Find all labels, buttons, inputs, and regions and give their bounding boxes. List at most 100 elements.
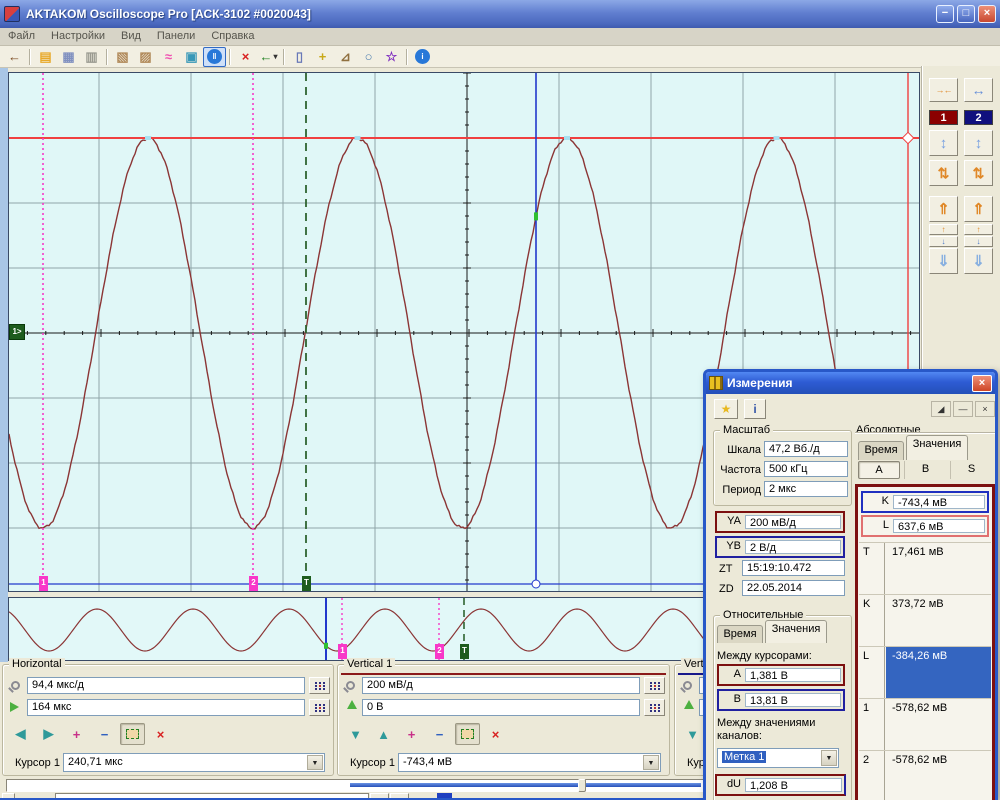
menu-Вид[interactable]: Вид: [113, 28, 149, 46]
mark-select-dropdown-button[interactable]: ▼: [821, 750, 837, 766]
dialog-x-button[interactable]: ×: [975, 401, 995, 417]
dialog-title-bar[interactable]: Измерения ×: [706, 372, 995, 394]
time-scale-field[interactable]: 94,4 мкс/д: [27, 677, 305, 694]
add-marker-icon[interactable]: ←▾: [257, 47, 280, 67]
l-field[interactable]: 637,6 мВ: [893, 519, 985, 533]
cursors-tool-icon[interactable]: +: [311, 47, 334, 67]
time-scale-keypad-button[interactable]: [309, 677, 330, 694]
abs-tab-Значения[interactable]: Значения: [906, 435, 968, 460]
ch2-compress-vertical-button[interactable]: ⇅: [964, 160, 993, 186]
ch1-step-up-button[interactable]: ↑: [929, 224, 958, 235]
zoom-in-icon[interactable]: +: [64, 723, 89, 745]
volt-offset-field[interactable]: 0 В: [362, 699, 640, 716]
tab-Время[interactable]: Время: [717, 625, 763, 643]
search-settings-icon[interactable]: ○: [357, 47, 380, 67]
cursor-b-field[interactable]: 13,81 В: [745, 693, 841, 707]
slider-grip[interactable]: [578, 779, 586, 792]
abs-table-row-T[interactable]: T17,461 мВ: [859, 542, 991, 594]
abs-source-button-A[interactable]: A: [858, 461, 900, 479]
print-icon[interactable]: ▥: [80, 47, 103, 67]
panels-icon[interactable]: ▯: [288, 47, 311, 67]
mark-select-combo[interactable]: Метка 1 ▼: [717, 748, 839, 768]
ch1-step-down-button[interactable]: ↓: [929, 236, 958, 247]
overview-flag-2[interactable]: 2: [435, 644, 444, 659]
dialog-rollup-button[interactable]: ◢: [931, 401, 951, 417]
screen-capture-icon[interactable]: ▣: [180, 47, 203, 67]
ch1-compress-vertical-button[interactable]: ⇅: [929, 160, 958, 186]
yb-field[interactable]: 2 В/д: [745, 540, 841, 554]
ch1-move-up-button[interactable]: ⇑: [929, 196, 958, 222]
help-book-button[interactable]: i: [744, 399, 766, 419]
cursor-flag-T[interactable]: T: [302, 576, 311, 591]
active-cursor-handle[interactable]: [532, 580, 540, 588]
ch2-step-down-button[interactable]: ↓: [964, 236, 993, 247]
ch1-expand-vertical-button[interactable]: ↕: [929, 130, 958, 156]
menu-Настройки[interactable]: Настройки: [43, 28, 113, 46]
volt-scale-field[interactable]: 200 мВ/д: [362, 677, 640, 694]
favorites-button[interactable]: ★: [714, 399, 738, 419]
menu-Файл[interactable]: Файл: [0, 28, 43, 46]
cancel-zoom-icon[interactable]: ×: [483, 723, 508, 745]
scroll-down-icon[interactable]: ▼: [343, 723, 368, 745]
zd-field[interactable]: 22.05.2014: [742, 580, 845, 596]
exit-icon[interactable]: ←: [3, 47, 26, 67]
ch2-expand-vertical-button[interactable]: ↕: [964, 130, 993, 156]
volt-offset-keypad-button[interactable]: [644, 699, 665, 716]
dropdown-arrow-icon[interactable]: ▾: [273, 52, 277, 61]
overview-flag-1[interactable]: 1: [338, 644, 347, 659]
scroll-down-icon[interactable]: ▼: [680, 723, 705, 745]
expand-horizontal-button[interactable]: ↔: [964, 78, 993, 102]
waveform-history-icon[interactable]: ≈: [157, 47, 180, 67]
ya-field[interactable]: 200 мВ/д: [745, 515, 841, 529]
dialog-minimize-button[interactable]: —: [953, 401, 973, 417]
scroll-left-icon[interactable]: ◀: [8, 723, 33, 745]
cursor-flag-2[interactable]: 2: [249, 576, 258, 591]
minimize-button[interactable]: −: [936, 5, 954, 23]
zoom-out-icon[interactable]: −: [92, 723, 117, 745]
scroll-right-icon[interactable]: ▶: [36, 723, 61, 745]
dialog-close-button[interactable]: ×: [972, 375, 992, 392]
abs-table-row-2[interactable]: 2-578,62 мВ: [859, 750, 991, 800]
maximize-button[interactable]: □: [957, 5, 975, 23]
measurements-dialog[interactable]: Измерения × ★ i ◢ — × Масштаб Шкала 47,2…: [703, 369, 998, 800]
calibrate-tool-icon[interactable]: ⊿: [334, 47, 357, 67]
cursor-handle-diamond[interactable]: [902, 132, 913, 143]
cursor-flag-1[interactable]: 1: [39, 576, 48, 591]
h-cursor1-combo[interactable]: 240,71 мкс ▼: [63, 753, 325, 772]
title-bar[interactable]: AKTAKOM Oscilloscope Pro [АСК-3102 #0020…: [0, 0, 1000, 28]
shkala-field[interactable]: 47,2 Вб./д: [764, 441, 848, 457]
ch1-move-down-button[interactable]: ⇓: [929, 248, 958, 274]
save-icon[interactable]: ▦: [57, 47, 80, 67]
delete-marker-icon[interactable]: ×: [234, 47, 257, 67]
abs-source-button-S[interactable]: S: [950, 461, 992, 479]
open-folder-icon[interactable]: ▤: [34, 47, 57, 67]
cancel-zoom-icon[interactable]: ×: [148, 723, 173, 745]
k-field[interactable]: -743,4 мВ: [893, 495, 985, 509]
horizontal-position-slider[interactable]: [6, 779, 708, 792]
copy-data-icon[interactable]: ▨: [134, 47, 157, 67]
pause-icon[interactable]: ‖: [203, 47, 226, 67]
abs-table-row-K[interactable]: K373,72 мВ: [859, 594, 991, 646]
period-field[interactable]: 2 мкс: [764, 481, 848, 497]
zt-field[interactable]: 15:19:10.472: [742, 560, 845, 576]
zoom-out-icon[interactable]: −: [427, 723, 452, 745]
channel1-ground-marker[interactable]: 1>: [9, 324, 25, 340]
abs-tab-Время[interactable]: Время: [858, 441, 904, 460]
volt-scale-keypad-button[interactable]: [644, 677, 665, 694]
ch2-step-up-button[interactable]: ↑: [964, 224, 993, 235]
time-offset-field[interactable]: 164 мкс: [27, 699, 305, 716]
chastota-field[interactable]: 500 кГц: [764, 461, 848, 477]
v1-cursor1-combo[interactable]: -743,4 мВ ▼: [398, 753, 661, 772]
v1-cursor1-dropdown-button[interactable]: ▼: [643, 755, 659, 770]
scroll-up-icon[interactable]: ▲: [371, 723, 396, 745]
cursor-a-field[interactable]: 1,381 В: [745, 668, 841, 682]
tab-Значения[interactable]: Значения: [765, 620, 827, 643]
zoom-in-icon[interactable]: +: [399, 723, 424, 745]
zoom-window-icon[interactable]: [455, 723, 480, 745]
copy-graph-icon[interactable]: ▧: [111, 47, 134, 67]
abs-table-row-1[interactable]: 1-578,62 мВ: [859, 698, 991, 750]
zoom-window-icon[interactable]: [120, 723, 145, 745]
time-offset-keypad-button[interactable]: [309, 699, 330, 716]
h-cursor1-dropdown-button[interactable]: ▼: [307, 755, 323, 770]
overview-flag-T[interactable]: T: [460, 644, 469, 659]
